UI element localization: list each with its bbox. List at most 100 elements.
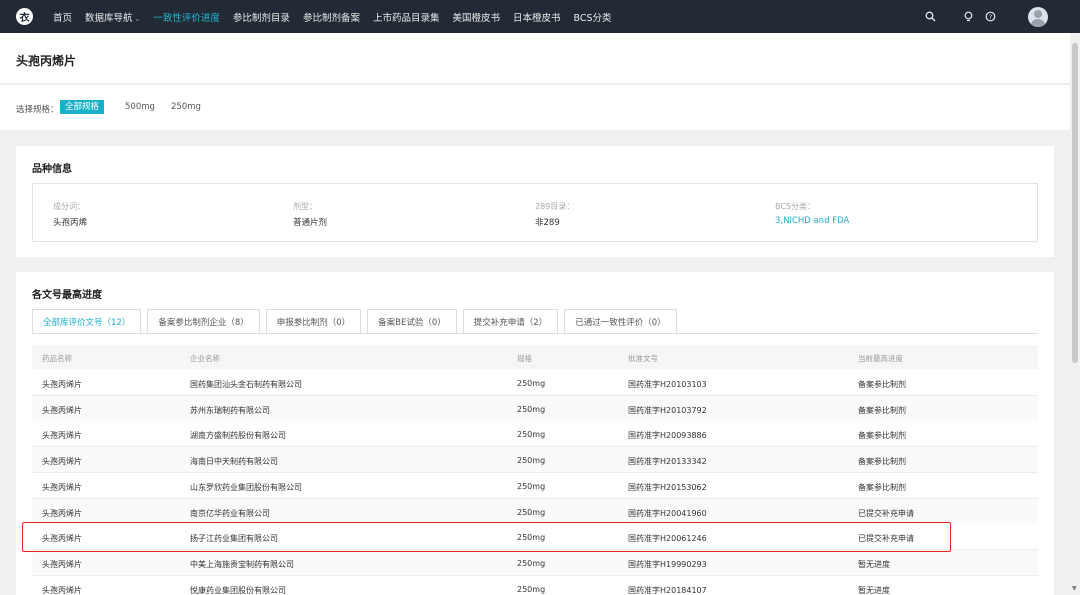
cell-drug-name: 头孢丙烯片 xyxy=(42,457,82,467)
cell-company: 悦康药业集团股份有限公司 xyxy=(190,585,286,595)
cell-company: 南京亿华药业有限公司 xyxy=(190,508,270,518)
cell-progress: 暂无进度 xyxy=(858,559,890,569)
cell-progress: 备案参比制剂 xyxy=(858,482,906,492)
highlight-box xyxy=(22,522,951,552)
cell-progress: 备案参比制剂 xyxy=(858,380,906,389)
cell-company: 苏州东瑞制药有限公司 xyxy=(190,405,270,415)
cell-spec: 250mg xyxy=(517,481,546,491)
col-company: 企业名称 xyxy=(190,354,220,363)
info-ingredient-label: 成分词： xyxy=(53,202,85,211)
progress-title: 各文号最高进度 xyxy=(32,290,102,301)
info-dosage-form-label: 剂型： xyxy=(293,202,317,211)
scroll-down-icon[interactable]: ▼ xyxy=(1072,585,1077,592)
nav-reference-catalog[interactable]: 参比制剂目录 xyxy=(233,10,290,24)
cell-spec: 250mg xyxy=(517,558,546,568)
spec-option-250mg[interactable]: 250mg xyxy=(166,100,206,114)
cell-approval-no: 国药准字H20133342 xyxy=(628,457,707,467)
cell-drug-name: 头孢丙烯片 xyxy=(42,559,82,569)
avatar[interactable] xyxy=(1028,6,1048,27)
cell-approval-no: 国药准字H20153062 xyxy=(628,482,707,492)
spec-option-all[interactable]: 全部规格 xyxy=(60,100,105,114)
table-row[interactable]: 头孢丙烯片 国药集团汕头金石制药有限公司 250mg 国药准字H20103103 备案参… xyxy=(32,370,1038,396)
info-dosage-form: 剂型： 普通片剂 xyxy=(293,201,327,228)
tab-be-trial[interactable]: 备案BE试验（0） xyxy=(367,309,457,334)
table-header: 药品名称 企业名称 规格 批准文号 当前最高进度 xyxy=(32,345,1038,369)
cell-spec: 250mg xyxy=(517,379,546,388)
cell-approval-no: 国药准字H20103103 xyxy=(628,380,707,389)
cell-approval-no: 国药准字H20184107 xyxy=(628,585,707,595)
page-scrollbar[interactable]: ▼ xyxy=(1070,33,1080,595)
spec-option-500mg[interactable]: 500mg xyxy=(120,100,160,114)
cell-progress: 备案参比制剂 xyxy=(858,431,906,441)
table-row[interactable]: 头孢丙烯片 湖南方盛制药股份有限公司 250mg 国药准字H20093886 备案参比制… xyxy=(32,421,1038,448)
nav-us-orange-book[interactable]: 美国橙皮书 xyxy=(452,10,500,24)
cell-approval-no: 国药准字H20041960 xyxy=(628,508,707,518)
top-nav-bar: 衣 首页 数据库导航 ⌄ 一致性评价进度 参比制剂目录 参比制剂备案 上市药品目录… xyxy=(0,0,1080,33)
cell-spec: 250mg xyxy=(517,430,546,440)
cell-spec: 250mg xyxy=(517,584,546,594)
cell-progress: 暂无进度 xyxy=(858,585,890,595)
spec-selector: 选择规格： 全部规格 500mg 250mg xyxy=(0,84,1070,130)
svg-text:?: ? xyxy=(988,13,991,21)
cell-drug-name: 头孢丙烯片 xyxy=(42,482,82,492)
chevron-down-icon: ⌄ xyxy=(134,14,141,23)
info-289-value: 非289 xyxy=(535,218,560,228)
cell-progress: 备案参比制剂 xyxy=(858,457,906,467)
tab-supplementary-application[interactable]: 提交补充申请（2） xyxy=(462,309,559,334)
cell-spec: 250mg xyxy=(517,456,546,466)
nav-jp-orange-book[interactable]: 日本橙皮书 xyxy=(513,10,561,24)
scroll-thumb[interactable] xyxy=(1072,43,1078,363)
info-dosage-form-value: 普通片剂 xyxy=(293,218,328,228)
cell-drug-name: 头孢丙烯片 xyxy=(42,405,82,415)
cell-spec: 250mg xyxy=(517,404,546,414)
table-row[interactable]: 头孢丙烯片 山东罗欣药业集团股份有限公司 250mg 国药准字H20153062 备案参… xyxy=(32,472,1038,499)
nav-reference-filing[interactable]: 参比制剂备案 xyxy=(303,10,360,24)
cell-spec: 250mg xyxy=(517,507,546,517)
page-title: 头孢丙烯片 xyxy=(16,54,77,68)
table-row[interactable]: 头孢丙烯片 南京亿华药业有限公司 250mg 国药准字H20041960 已提交补充申请 xyxy=(32,498,1038,525)
tab-reference-filing-companies[interactable]: 备案参比制剂企业（8） xyxy=(147,309,260,334)
col-approval-no: 批准文号 xyxy=(628,354,658,363)
table-row[interactable]: 头孢丙烯片 海南日中天制药有限公司 250mg 国药准字H20133342 备案参比制剂 xyxy=(32,447,1038,474)
info-289-catalog: 289目录： 非289 xyxy=(535,201,574,228)
cell-drug-name: 头孢丙烯片 xyxy=(42,508,82,518)
tab-reference-declaration[interactable]: 申报参比制剂（0） xyxy=(265,309,362,334)
nav-home[interactable]: 首页 xyxy=(53,10,72,24)
cell-company: 中美上海施贵宝制药有限公司 xyxy=(190,559,294,569)
tab-all-approvals[interactable]: 全部库评价文号（12） xyxy=(32,309,142,334)
table-row[interactable]: 头孢丙烯片 中美上海施贵宝制药有限公司 250mg 国药准字H19990293 暂无进度 xyxy=(32,549,1038,576)
nav-database[interactable]: 数据库导航 ⌄ xyxy=(85,10,140,24)
top-right-icons: ? xyxy=(922,0,1080,33)
title-section: 头孢丙烯片 xyxy=(0,33,1070,83)
help-icon[interactable]: ? xyxy=(982,9,998,25)
app-logo[interactable]: 衣 xyxy=(16,8,33,25)
lightbulb-icon[interactable] xyxy=(960,9,976,25)
nav-database-label: 数据库导航 xyxy=(85,12,133,24)
info-ingredient: 成分词： 头孢丙烯 xyxy=(53,201,87,228)
info-bcs-value[interactable]: 3,NICHD and FDA xyxy=(775,216,849,226)
nav-consistency-progress[interactable]: 一致性评价进度 xyxy=(153,10,220,24)
col-progress: 当前最高进度 xyxy=(858,354,903,363)
search-icon[interactable] xyxy=(922,9,938,25)
cell-company: 国药集团汕头金石制药有限公司 xyxy=(190,380,302,389)
col-spec: 规格 xyxy=(517,354,532,363)
cell-company: 山东罗欣药业集团股份有限公司 xyxy=(190,482,302,492)
nav-listed-drugs[interactable]: 上市药品目录集 xyxy=(373,10,440,24)
info-289-label: 289目录： xyxy=(535,202,575,211)
cell-drug-name: 头孢丙烯片 xyxy=(42,431,82,441)
cell-approval-no: 国药准字H20103792 xyxy=(628,405,707,415)
cell-company: 湖南方盛制药股份有限公司 xyxy=(190,431,286,441)
info-ingredient-value: 头孢丙烯 xyxy=(53,218,88,228)
table-row[interactable]: 头孢丙烯片 悦康药业集团股份有限公司 250mg 国药准字H20184107 暂无进度 xyxy=(32,575,1038,595)
nav-bcs[interactable]: BCS分类 xyxy=(574,10,612,24)
cell-company: 海南日中天制药有限公司 xyxy=(190,457,278,467)
cell-progress: 备案参比制剂 xyxy=(858,405,906,415)
variety-info-title: 品种信息 xyxy=(32,164,72,175)
cell-drug-name: 头孢丙烯片 xyxy=(42,380,82,389)
info-bcs-label: BCS分类： xyxy=(775,202,816,211)
cell-progress: 已提交补充申请 xyxy=(858,508,914,518)
spec-label: 选择规格： xyxy=(16,105,59,115)
table-row[interactable]: 头孢丙烯片 苏州东瑞制药有限公司 250mg 国药准字H20103792 备案参比制剂 xyxy=(32,395,1038,422)
cell-drug-name: 头孢丙烯片 xyxy=(42,585,82,595)
tab-passed-consistency[interactable]: 已通过一致性评价（0） xyxy=(564,309,677,334)
